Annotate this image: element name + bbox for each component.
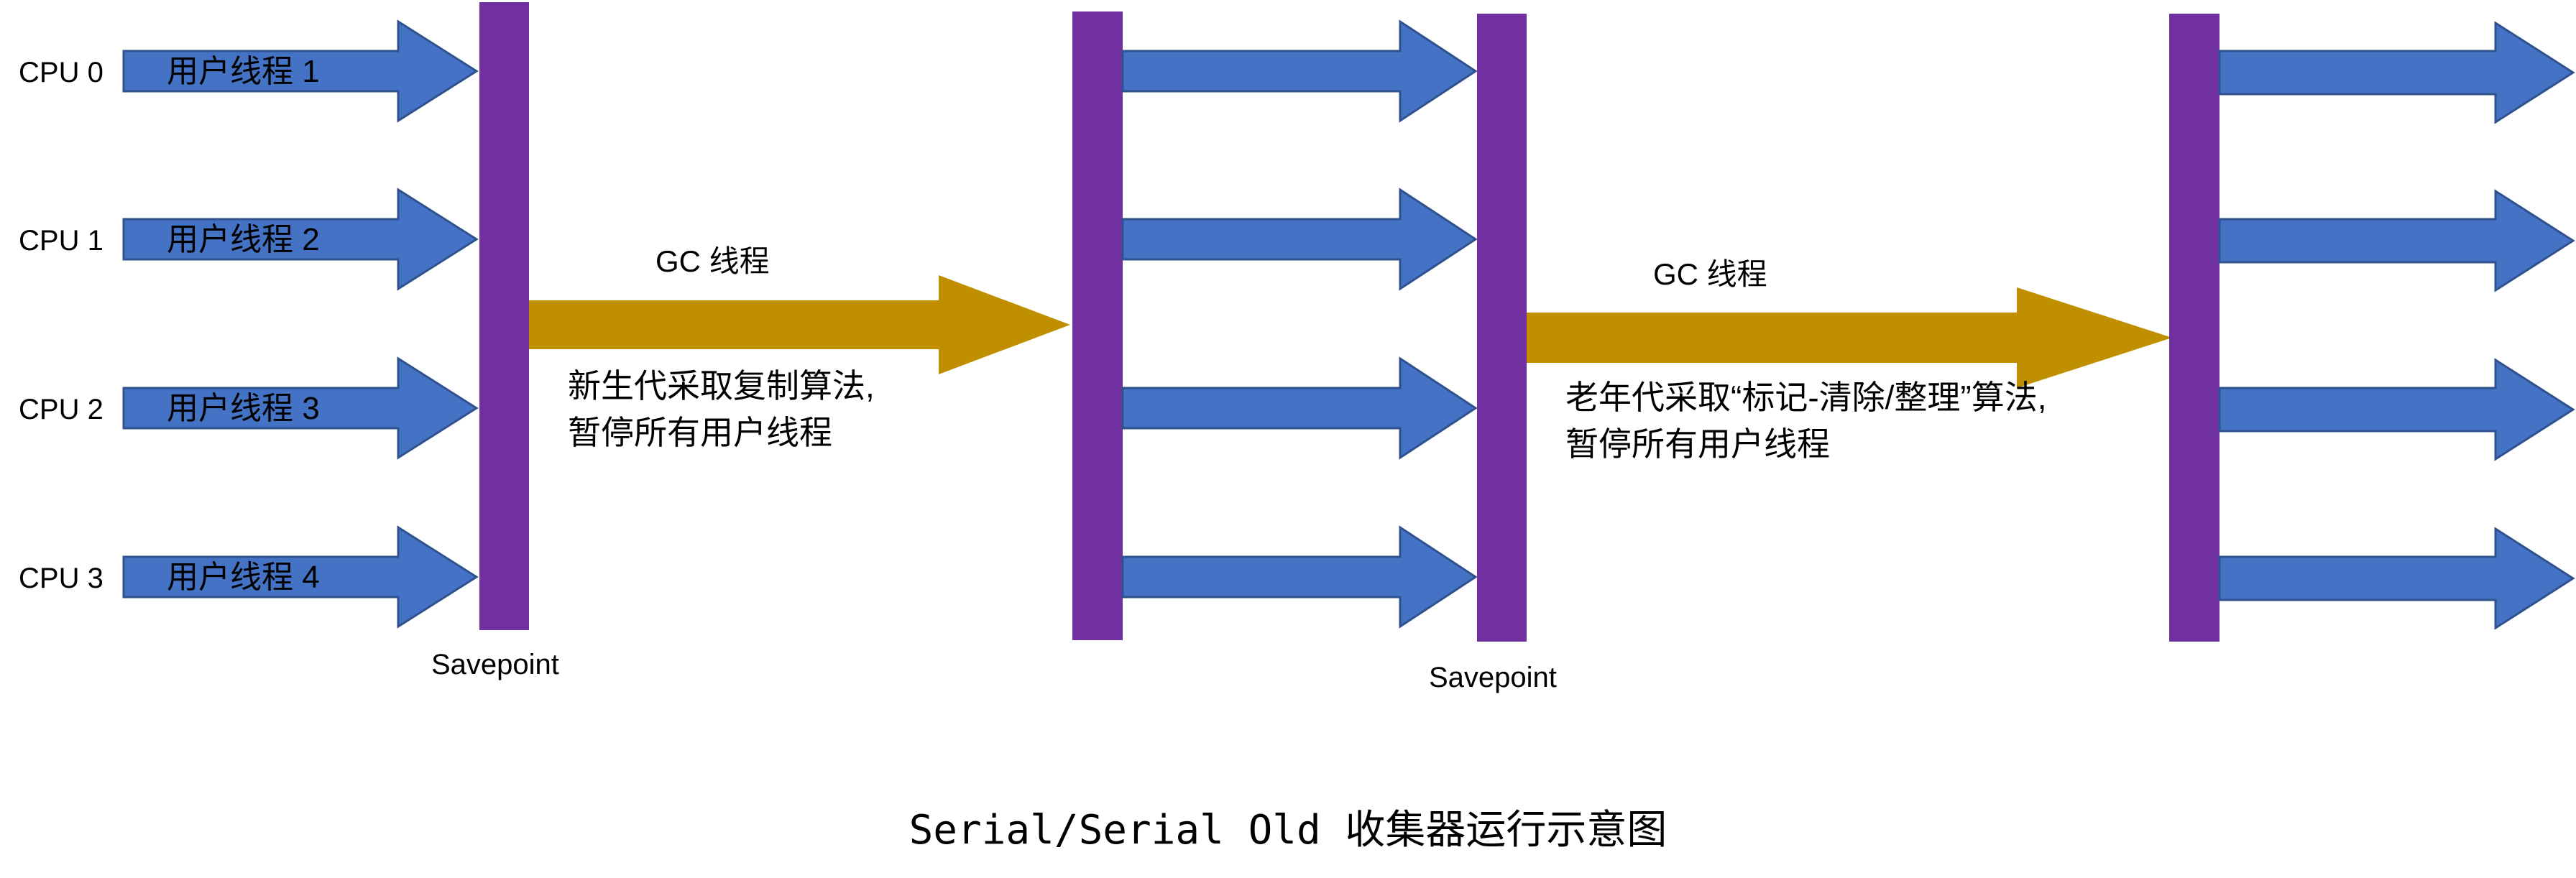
user-thread-arrow — [1121, 19, 1478, 123]
cpu-label: CPU 0 — [19, 57, 104, 88]
safepoint-bar — [2169, 14, 2220, 642]
cpu-row-3: CPU 3 用户线程 4 — [19, 525, 479, 629]
serial-gc-diagram: CPU 0 用户线程 1 CPU 1 用户线程 2 CPU 2 用户线程 3 C… — [19, 2, 2575, 854]
user-thread-label: 用户线程 1 — [167, 54, 320, 89]
gc-note-line2: 暂停所有用户线程 — [568, 414, 832, 451]
cpu-label: CPU 2 — [19, 394, 104, 425]
gc-note-line1: 新生代采取复制算法, — [568, 367, 875, 405]
cpu-row-0: CPU 0 用户线程 1 — [19, 19, 479, 123]
cpu-row-1: CPU 1 用户线程 2 — [19, 188, 479, 291]
cpu-row-2: CPU 2 用户线程 3 — [19, 356, 479, 460]
gc-note-line1: 老年代采取“标记-清除/整理”算法, — [1565, 379, 2047, 416]
diagram-caption: Serial/Serial Old 收集器运行示意图 — [909, 807, 1668, 854]
gc-thread-arrow — [1527, 287, 2172, 388]
user-thread-arrow — [1121, 188, 1478, 291]
user-thread-arrow — [1121, 525, 1478, 629]
user-thread-label: 用户线程 4 — [167, 560, 320, 595]
safepoint-bar — [479, 2, 529, 630]
gc-note-line2: 暂停所有用户线程 — [1565, 425, 1830, 463]
user-thread-label: 用户线程 3 — [167, 391, 320, 426]
user-thread-label: 用户线程 2 — [167, 222, 320, 257]
safepoint-bar — [1072, 11, 1123, 640]
gc-thread-label: GC 线程 — [1653, 257, 1767, 291]
cpu-label: CPU 3 — [19, 563, 104, 594]
gc-thread-label: GC 线程 — [656, 244, 770, 278]
cpu-label: CPU 1 — [19, 225, 104, 257]
savepoint-label: Savepoint — [1429, 662, 1557, 693]
savepoint-label: Savepoint — [431, 649, 559, 680]
user-thread-arrow — [2218, 358, 2575, 461]
user-thread-arrow — [2218, 189, 2575, 292]
gc-thread-arrow — [529, 275, 1070, 374]
user-thread-arrow — [2218, 21, 2575, 124]
user-thread-arrow — [2218, 527, 2575, 630]
safepoint-bar — [1477, 14, 1527, 642]
user-thread-arrow — [1121, 356, 1478, 460]
